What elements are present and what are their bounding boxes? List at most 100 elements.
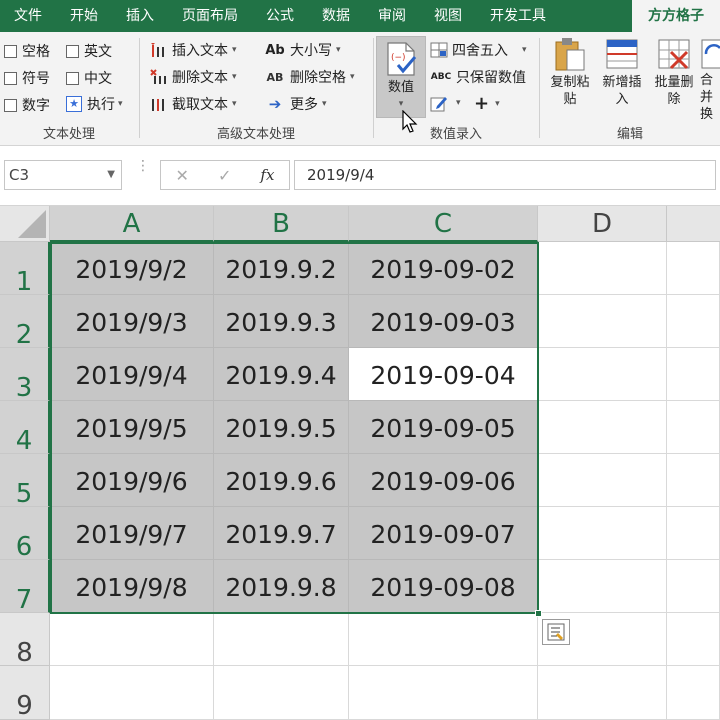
- cell-c4[interactable]: 2019-09-05: [349, 401, 538, 454]
- keep-value-button[interactable]: ABC 只保留数值: [430, 67, 526, 87]
- delete-text-button[interactable]: 删除文本 ▾: [150, 67, 237, 87]
- checkbox-icon[interactable]: [4, 98, 17, 112]
- cell-e7[interactable]: [667, 560, 720, 613]
- checkbox-icon[interactable]: [66, 44, 79, 58]
- new-insert-button[interactable]: 新增插 入: [596, 36, 648, 108]
- round-button[interactable]: 四舍五入 ▾: [430, 40, 527, 60]
- cut-text-button[interactable]: 截取文本 ▾: [150, 94, 237, 114]
- cell-b3[interactable]: 2019.9.4: [214, 348, 349, 401]
- cell-a7[interactable]: 2019/9/8: [50, 560, 214, 613]
- cell-d3[interactable]: [538, 348, 667, 401]
- cell-e6[interactable]: [667, 507, 720, 560]
- row-header-8[interactable]: 8: [0, 613, 50, 668]
- cell-e4[interactable]: [667, 401, 720, 454]
- confirm-icon[interactable]: ✓: [218, 166, 231, 185]
- check-chinese[interactable]: 中文: [66, 68, 112, 88]
- cell-e2[interactable]: [667, 295, 720, 348]
- cell-a3[interactable]: 2019/9/4: [50, 348, 214, 401]
- cell-b8[interactable]: [214, 613, 349, 666]
- checkbox-icon[interactable]: [4, 44, 17, 58]
- cell-d4[interactable]: [538, 401, 667, 454]
- check-number[interactable]: 数字: [4, 95, 50, 115]
- row-header-1[interactable]: 1: [0, 242, 50, 297]
- tab-page-layout[interactable]: 页面布局: [168, 0, 252, 32]
- name-box[interactable]: C3 ▼: [4, 160, 122, 190]
- cell-e5[interactable]: [667, 454, 720, 507]
- cell-c8[interactable]: [349, 613, 538, 666]
- cell-b5[interactable]: 2019.9.6: [214, 454, 349, 507]
- cell-e9[interactable]: [667, 666, 720, 720]
- tab-fangfang-gezi[interactable]: 方方格子: [632, 0, 720, 32]
- cell-a1[interactable]: 2019/9/2: [50, 242, 214, 295]
- column-header-b[interactable]: B: [214, 206, 349, 242]
- cell-d7[interactable]: [538, 560, 667, 613]
- tab-insert[interactable]: 插入: [112, 0, 168, 32]
- cell-e8[interactable]: [667, 613, 720, 666]
- formula-input[interactable]: 2019/9/4: [294, 160, 716, 190]
- edit-cell-button[interactable]: ▾: [430, 94, 461, 112]
- chevron-down-icon[interactable]: ▼: [107, 161, 115, 189]
- check-english[interactable]: 英文: [66, 41, 112, 61]
- row-header-9[interactable]: 9: [0, 666, 50, 720]
- row-header-6[interactable]: 6: [0, 507, 50, 562]
- cell-d1[interactable]: [538, 242, 667, 295]
- column-header-e[interactable]: [667, 206, 720, 242]
- column-header-c[interactable]: C: [349, 206, 538, 242]
- quick-analysis-button[interactable]: [542, 619, 570, 645]
- row-header-2[interactable]: 2: [0, 295, 50, 350]
- cell-a6[interactable]: 2019/9/7: [50, 507, 214, 560]
- fill-handle[interactable]: [535, 610, 542, 617]
- cell-b1[interactable]: 2019.9.2: [214, 242, 349, 295]
- column-header-d[interactable]: D: [538, 206, 667, 242]
- cell-c5[interactable]: 2019-09-06: [349, 454, 538, 507]
- row-header-5[interactable]: 5: [0, 454, 50, 509]
- check-space[interactable]: 空格: [4, 41, 50, 61]
- check-symbol[interactable]: 符号: [4, 68, 50, 88]
- cell-b9[interactable]: [214, 666, 349, 720]
- checkbox-icon[interactable]: [66, 71, 79, 85]
- cell-d9[interactable]: [538, 666, 667, 720]
- tab-data[interactable]: 数据: [308, 0, 364, 32]
- tab-home[interactable]: 开始: [56, 0, 112, 32]
- case-button[interactable]: Ab 大小写 ▾: [264, 40, 340, 60]
- tab-developer[interactable]: 开发工具: [476, 0, 560, 32]
- merge-convert-button[interactable]: 合并 换: [700, 36, 720, 123]
- value-button[interactable]: (−) 数值 ▾: [376, 36, 426, 118]
- insert-text-button[interactable]: 插入文本 ▾: [150, 40, 237, 60]
- cell-b2[interactable]: 2019.9.3: [214, 295, 349, 348]
- cell-a4[interactable]: 2019/9/5: [50, 401, 214, 454]
- tab-formulas[interactable]: 公式: [252, 0, 308, 32]
- more-button[interactable]: ➔ 更多 ▾: [264, 94, 327, 114]
- formula-bar-grip[interactable]: ⋮: [136, 159, 150, 173]
- cell-c3[interactable]: 2019-09-04: [349, 348, 538, 401]
- cell-d5[interactable]: [538, 454, 667, 507]
- delete-space-button[interactable]: AB 删除空格 ▾: [264, 67, 355, 87]
- cell-b7[interactable]: 2019.9.8: [214, 560, 349, 613]
- cell-c7[interactable]: 2019-09-08: [349, 560, 538, 613]
- cell-e1[interactable]: [667, 242, 720, 295]
- add-button[interactable]: + ▾: [474, 93, 500, 114]
- column-header-a[interactable]: A: [50, 206, 214, 242]
- row-header-3[interactable]: 3: [0, 348, 50, 403]
- cell-b6[interactable]: 2019.9.7: [214, 507, 349, 560]
- select-all-corner[interactable]: [0, 206, 50, 242]
- cell-a9[interactable]: [50, 666, 214, 720]
- cell-d2[interactable]: [538, 295, 667, 348]
- cell-d6[interactable]: [538, 507, 667, 560]
- checkbox-icon[interactable]: [4, 71, 17, 85]
- batch-delete-button[interactable]: 批量删 除: [648, 36, 700, 108]
- cell-a5[interactable]: 2019/9/6: [50, 454, 214, 507]
- cell-c9[interactable]: [349, 666, 538, 720]
- cell-c2[interactable]: 2019-09-03: [349, 295, 538, 348]
- cancel-icon[interactable]: ✕: [176, 166, 189, 185]
- tab-file[interactable]: 文件: [0, 0, 56, 32]
- cell-a8[interactable]: [50, 613, 214, 666]
- cell-c1[interactable]: 2019-09-02: [349, 242, 538, 295]
- tab-view[interactable]: 视图: [420, 0, 476, 32]
- tab-review[interactable]: 审阅: [364, 0, 420, 32]
- execute-button[interactable]: ★ 执行 ▾: [66, 94, 123, 114]
- cell-e3[interactable]: [667, 348, 720, 401]
- insert-function-icon[interactable]: fx: [260, 166, 274, 184]
- cell-a2[interactable]: 2019/9/3: [50, 295, 214, 348]
- copy-paste-button[interactable]: 复制粘 贴: [544, 36, 596, 108]
